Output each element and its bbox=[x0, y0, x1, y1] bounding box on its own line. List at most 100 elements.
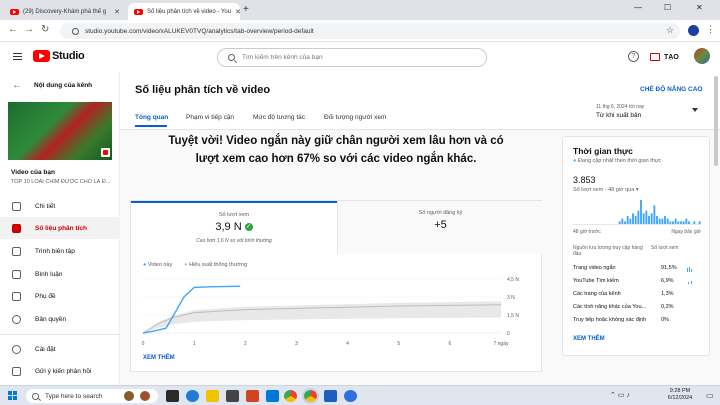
realtime-bar bbox=[640, 200, 642, 224]
sidebar-item-analytics[interactable]: Số liệu phân tích bbox=[0, 217, 120, 239]
tab-engagement[interactable]: Mức độ tương tác bbox=[253, 114, 305, 121]
url-bar[interactable]: studio.youtube.com/video/xALUKEV0TVQ/ana… bbox=[60, 23, 680, 39]
sidebar-item-feedback[interactable]: Gửi ý kiến phản hồi bbox=[0, 360, 120, 382]
search-placeholder: Tìm kiếm trên kênh của bạn bbox=[242, 54, 323, 61]
x-tick-label: 4 bbox=[346, 341, 349, 347]
metric-subscribers-tab[interactable]: Số người đăng ký +5 bbox=[337, 201, 543, 254]
realtime-subtitle: Đang cập nhật theo thời gian thực bbox=[577, 158, 662, 164]
tab-overview[interactable]: Tổng quan bbox=[135, 114, 168, 121]
bookmark-star-icon[interactable]: ☆ bbox=[666, 25, 674, 36]
realtime-bar bbox=[656, 216, 658, 224]
edge-icon[interactable] bbox=[186, 390, 199, 402]
realtime-bar bbox=[618, 221, 621, 224]
browser-menu-icon[interactable]: ⋮ bbox=[706, 24, 715, 35]
sidebar-item-subtitles[interactable]: Phụ đề bbox=[0, 285, 120, 307]
realtime-title: Thời gian thực bbox=[573, 146, 633, 156]
minimize-button[interactable]: — bbox=[634, 3, 642, 12]
legend-item: ● Hiệu suất thông thường bbox=[184, 262, 248, 268]
back-to-content-link[interactable]: Nội dung của kênh bbox=[34, 82, 92, 89]
realtime-bar bbox=[698, 221, 701, 224]
site-info-icon[interactable] bbox=[72, 27, 79, 35]
realtime-axis-left: 48 giờ trước bbox=[573, 229, 601, 235]
see-more-link[interactable]: XEM THÊM bbox=[143, 355, 175, 361]
feedback-icon bbox=[12, 366, 21, 376]
taskbar-search-input[interactable]: Type here to search bbox=[26, 389, 158, 403]
scrollbar[interactable] bbox=[714, 76, 718, 166]
menu-hamburger-icon[interactable] bbox=[13, 53, 22, 60]
studio-header: Studio Tìm kiếm trên kênh của bạn ? TẠO bbox=[0, 42, 720, 72]
browser-tab-bar: (29) Discovery-Khám phá thế g ✕ Số liệu … bbox=[0, 0, 720, 20]
clock[interactable]: 9:28 PM 6/12/2024 bbox=[660, 388, 700, 402]
studio-logo[interactable]: Studio bbox=[33, 50, 85, 62]
source-row: Các tính năng khác của You... bbox=[573, 304, 646, 310]
realtime-bar bbox=[693, 221, 696, 224]
back-arrow-icon[interactable]: ← bbox=[12, 80, 22, 91]
source-name: YouTube Tìm kiếm bbox=[573, 278, 619, 284]
close-tab-icon[interactable]: ✕ bbox=[235, 8, 240, 16]
word-icon[interactable] bbox=[324, 390, 337, 402]
metric-views-tab[interactable]: Số lượt xem 3,9 N ✓ Cao hơn 1,6 N so với … bbox=[131, 201, 337, 254]
tab-reach[interactable]: Phạm vi tiếp cận bbox=[186, 114, 234, 121]
file-explorer-icon[interactable] bbox=[206, 390, 219, 402]
tab-audience[interactable]: Đối tượng người xem bbox=[324, 114, 386, 121]
realtime-see-more-link[interactable]: XEM THÊM bbox=[573, 336, 605, 342]
reload-icon[interactable]: ↻ bbox=[41, 24, 49, 35]
realtime-bar-chart bbox=[573, 200, 701, 225]
x-tick-label: 6 bbox=[448, 341, 451, 347]
help-icon[interactable]: ? bbox=[628, 51, 639, 62]
sidebar-item-label: Bình luận bbox=[35, 270, 63, 278]
headline-line: lượt xem cao hơn 67% so với các video ng… bbox=[195, 153, 477, 165]
notification-icon[interactable]: ▭ bbox=[706, 391, 714, 400]
realtime-bar bbox=[653, 205, 656, 224]
browser-tab-analytics[interactable]: Số liệu phân tích về video - You ✕ bbox=[128, 3, 240, 20]
sidebar-item-details[interactable]: Chi tiết bbox=[0, 195, 120, 217]
source-row: Các trang của kênh bbox=[573, 291, 621, 297]
video-title: TOP 10 LOÀI CHIM ĐƯỢC CHO LÀ Đ... bbox=[11, 179, 111, 185]
back-arrow-icon[interactable]: ← bbox=[8, 24, 18, 35]
y-tick-label: 0 bbox=[507, 331, 510, 337]
close-window-button[interactable]: ✕ bbox=[696, 3, 703, 12]
source-name: Các tính năng khác của You... bbox=[573, 304, 647, 310]
maximize-button[interactable]: ☐ bbox=[664, 3, 671, 12]
search-icon bbox=[228, 54, 235, 61]
sidebar-item-editor[interactable]: Trình biên tập bbox=[0, 240, 120, 262]
task-view-icon[interactable] bbox=[166, 390, 179, 402]
logo-text: Studio bbox=[52, 50, 85, 62]
url-text: studio.youtube.com/video/xALUKEV0TVQ/ana… bbox=[85, 27, 314, 35]
sidebar-item-label: Số liệu phân tích bbox=[35, 224, 88, 232]
profile-avatar-icon[interactable] bbox=[688, 25, 699, 36]
period-label: Từ khi xuất bản bbox=[596, 112, 642, 119]
realtime-value-label-row[interactable]: Số lượt xem · 48 giờ qua ▾ bbox=[573, 187, 639, 193]
y-tick-label: 4,5 N bbox=[507, 277, 519, 283]
period-selector[interactable]: 11 thg 6, 2024 tới nay Từ khi xuất bản bbox=[596, 104, 706, 119]
sidebar-item-comments[interactable]: Bình luận bbox=[0, 263, 120, 285]
mail-icon[interactable] bbox=[266, 390, 279, 402]
sidebar-item-settings[interactable]: Cài đặt bbox=[0, 338, 120, 360]
browser-tab-discovery[interactable]: (29) Discovery-Khám phá thế g ✕ bbox=[4, 3, 126, 20]
create-button[interactable]: TẠO bbox=[650, 50, 679, 64]
store-icon[interactable] bbox=[226, 390, 239, 402]
advanced-mode-link[interactable]: CHẾ ĐỘ NÂNG CAO bbox=[640, 86, 702, 93]
analytics-icon bbox=[12, 223, 21, 233]
channel-search-input[interactable]: Tìm kiếm trên kênh của bạn bbox=[217, 48, 487, 67]
chart-legend: ● Video này ● Hiệu suất thông thường bbox=[143, 262, 247, 268]
close-tab-icon[interactable]: ✕ bbox=[114, 8, 120, 16]
office-icon[interactable] bbox=[246, 390, 259, 402]
source-row: Trang video ngắn bbox=[573, 265, 616, 271]
forward-arrow-icon[interactable]: → bbox=[24, 24, 34, 35]
realtime-bar bbox=[664, 216, 666, 224]
zalo-icon[interactable] bbox=[344, 390, 357, 402]
sidebar-item-copyright[interactable]: Bản quyền bbox=[0, 308, 120, 330]
new-tab-button[interactable]: + bbox=[243, 4, 249, 15]
windows-start-icon[interactable] bbox=[8, 391, 17, 400]
source-row: YouTube Tìm kiếm bbox=[573, 278, 619, 284]
realtime-bar bbox=[661, 218, 664, 224]
period-range: 11 thg 6, 2024 tới nay bbox=[596, 104, 645, 110]
system-tray-icons[interactable]: ⌃ ▭ ♪ bbox=[610, 391, 630, 399]
channel-avatar[interactable] bbox=[694, 48, 710, 64]
shorts-badge-inner-icon bbox=[103, 150, 108, 155]
chrome-icon[interactable] bbox=[284, 390, 297, 402]
chrome-active-icon[interactable] bbox=[302, 388, 319, 404]
video-thumbnail[interactable] bbox=[8, 102, 112, 160]
sidebar-item-label: Cài đặt bbox=[35, 345, 56, 353]
